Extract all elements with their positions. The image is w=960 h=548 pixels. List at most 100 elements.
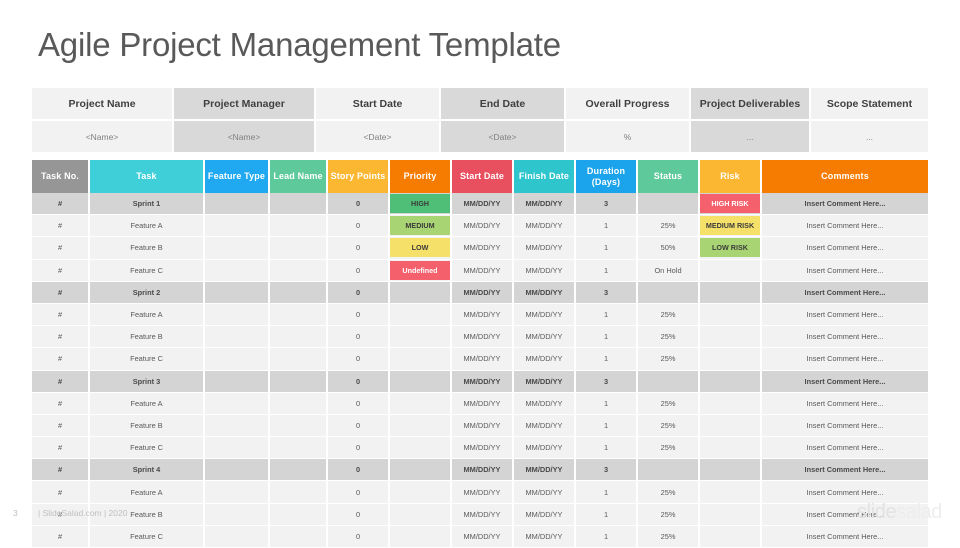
cell-start-date[interactable]: MM/DD/YY xyxy=(452,459,514,482)
cell-story-points[interactable]: 0 xyxy=(328,326,390,349)
cell-priority[interactable] xyxy=(390,503,452,526)
cell-duration[interactable]: 3 xyxy=(576,370,638,393)
cell-task-no[interactable]: # xyxy=(32,237,90,260)
cell-priority[interactable] xyxy=(390,303,452,327)
info-value-cell[interactable]: ... xyxy=(691,121,811,154)
cell-story-points[interactable]: 0 xyxy=(328,193,390,216)
cell-risk[interactable] xyxy=(700,281,762,304)
cell-feature-type[interactable] xyxy=(205,303,270,327)
column-header-start-date[interactable]: Start Date xyxy=(452,160,514,193)
feature-row[interactable]: # Feature C 0 MM/DD/YY MM/DD/YY 1 25% Insert Co… xyxy=(32,348,928,371)
cell-duration[interactable]: 1 xyxy=(576,414,638,438)
feature-row[interactable]: # Feature A 0 MM/DD/YY MM/DD/YY 1 25% Insert Co… xyxy=(32,392,928,415)
cell-comments[interactable]: Insert Comment Here... xyxy=(762,326,928,349)
cell-comments[interactable]: Insert Comment Here... xyxy=(762,414,928,438)
cell-task[interactable]: Sprint 1 xyxy=(90,193,205,216)
cell-risk[interactable] xyxy=(700,459,762,482)
feature-row[interactable]: # Feature A 0 MM/DD/YY MM/DD/YY 1 25% Insert Co… xyxy=(32,303,928,327)
cell-priority[interactable] xyxy=(390,459,452,482)
sprint-row[interactable]: # Sprint 1 0 HIGH MM/DD/YY MM/DD/YY 3 HIGH RISK… xyxy=(32,193,928,216)
cell-start-date[interactable]: MM/DD/YY xyxy=(452,348,514,371)
cell-feature-type[interactable] xyxy=(205,326,270,349)
cell-feature-type[interactable] xyxy=(205,215,270,238)
cell-lead-name[interactable] xyxy=(270,326,328,349)
cell-finish-date[interactable]: MM/DD/YY xyxy=(514,259,576,282)
cell-task-no[interactable]: # xyxy=(32,193,90,216)
cell-feature-type[interactable] xyxy=(205,481,270,504)
feature-row[interactable]: # Feature B 0 MM/DD/YY MM/DD/YY 1 25% Insert Co… xyxy=(32,414,928,438)
cell-comments[interactable]: Insert Comment Here... xyxy=(762,437,928,460)
column-header-risk[interactable]: Risk xyxy=(700,160,762,193)
cell-finish-date[interactable]: MM/DD/YY xyxy=(514,525,576,548)
cell-status[interactable] xyxy=(638,459,700,482)
column-header-task-no[interactable]: Task No. xyxy=(32,160,90,193)
column-header-duration-days[interactable]: Duration (Days) xyxy=(576,160,638,193)
feature-row[interactable]: # Feature A 0 MEDIUM MM/DD/YY MM/DD/YY 1 25% MED… xyxy=(32,215,928,238)
cell-task[interactable]: Feature B xyxy=(90,326,205,349)
cell-duration[interactable]: 1 xyxy=(576,215,638,238)
cell-task-no[interactable]: # xyxy=(32,437,90,460)
cell-start-date[interactable]: MM/DD/YY xyxy=(452,215,514,238)
cell-story-points[interactable]: 0 xyxy=(328,237,390,260)
cell-risk[interactable] xyxy=(700,259,762,282)
cell-story-points[interactable]: 0 xyxy=(328,414,390,438)
cell-priority[interactable] xyxy=(390,370,452,393)
info-value-cell[interactable]: <Date> xyxy=(316,121,441,154)
cell-risk[interactable]: HIGH RISK xyxy=(700,193,762,216)
cell-risk[interactable] xyxy=(700,481,762,504)
cell-story-points[interactable]: 0 xyxy=(328,437,390,460)
cell-lead-name[interactable] xyxy=(270,281,328,304)
column-header-task[interactable]: Task xyxy=(90,160,205,193)
sprint-row[interactable]: # Sprint 4 0 MM/DD/YY MM/DD/YY 3 Insert Commen… xyxy=(32,459,928,482)
feature-row[interactable]: # Feature C 0 Undefined MM/DD/YY MM/DD/YY 1 On … xyxy=(32,259,928,282)
info-value-cell[interactable]: % xyxy=(566,121,691,154)
cell-feature-type[interactable] xyxy=(205,193,270,216)
cell-start-date[interactable]: MM/DD/YY xyxy=(452,414,514,438)
cell-lead-name[interactable] xyxy=(270,481,328,504)
cell-priority[interactable]: LOW xyxy=(390,237,452,260)
cell-lead-name[interactable] xyxy=(270,259,328,282)
cell-status[interactable] xyxy=(638,281,700,304)
cell-task-no[interactable]: # xyxy=(32,326,90,349)
cell-feature-type[interactable] xyxy=(205,414,270,438)
cell-duration[interactable]: 3 xyxy=(576,459,638,482)
cell-priority[interactable] xyxy=(390,525,452,548)
cell-story-points[interactable]: 0 xyxy=(328,525,390,548)
column-header-lead-name[interactable]: Lead Name xyxy=(270,160,328,193)
cell-duration[interactable]: 1 xyxy=(576,392,638,415)
cell-lead-name[interactable] xyxy=(270,215,328,238)
cell-finish-date[interactable]: MM/DD/YY xyxy=(514,437,576,460)
cell-finish-date[interactable]: MM/DD/YY xyxy=(514,503,576,526)
column-header-comments[interactable]: Comments xyxy=(762,160,928,193)
cell-task[interactable]: Feature C xyxy=(90,259,205,282)
cell-duration[interactable]: 1 xyxy=(576,481,638,504)
cell-priority[interactable] xyxy=(390,437,452,460)
cell-lead-name[interactable] xyxy=(270,237,328,260)
cell-comments[interactable]: Insert Comment Here... xyxy=(762,303,928,327)
sprint-row[interactable]: # Sprint 3 0 MM/DD/YY MM/DD/YY 3 Insert Commen… xyxy=(32,370,928,393)
cell-status[interactable] xyxy=(638,193,700,216)
cell-story-points[interactable]: 0 xyxy=(328,348,390,371)
cell-lead-name[interactable] xyxy=(270,370,328,393)
cell-comments[interactable]: Insert Comment Here... xyxy=(762,259,928,282)
cell-priority[interactable] xyxy=(390,481,452,504)
cell-story-points[interactable]: 0 xyxy=(328,481,390,504)
cell-feature-type[interactable] xyxy=(205,259,270,282)
cell-feature-type[interactable] xyxy=(205,237,270,260)
cell-task-no[interactable]: # xyxy=(32,303,90,327)
cell-start-date[interactable]: MM/DD/YY xyxy=(452,370,514,393)
cell-finish-date[interactable]: MM/DD/YY xyxy=(514,326,576,349)
cell-comments[interactable]: Insert Comment Here... xyxy=(762,193,928,216)
cell-task[interactable]: Feature C xyxy=(90,437,205,460)
cell-story-points[interactable]: 0 xyxy=(328,215,390,238)
info-value-cell[interactable]: <Name> xyxy=(174,121,316,154)
cell-start-date[interactable]: MM/DD/YY xyxy=(452,259,514,282)
cell-task[interactable]: Sprint 4 xyxy=(90,459,205,482)
cell-feature-type[interactable] xyxy=(205,503,270,526)
cell-task[interactable]: Feature C xyxy=(90,525,205,548)
cell-risk[interactable] xyxy=(700,525,762,548)
cell-duration[interactable]: 1 xyxy=(576,437,638,460)
cell-status[interactable]: 50% xyxy=(638,237,700,260)
feature-row[interactable]: # Feature C 0 MM/DD/YY MM/DD/YY 1 25% Insert Co… xyxy=(32,525,928,548)
cell-start-date[interactable]: MM/DD/YY xyxy=(452,281,514,304)
